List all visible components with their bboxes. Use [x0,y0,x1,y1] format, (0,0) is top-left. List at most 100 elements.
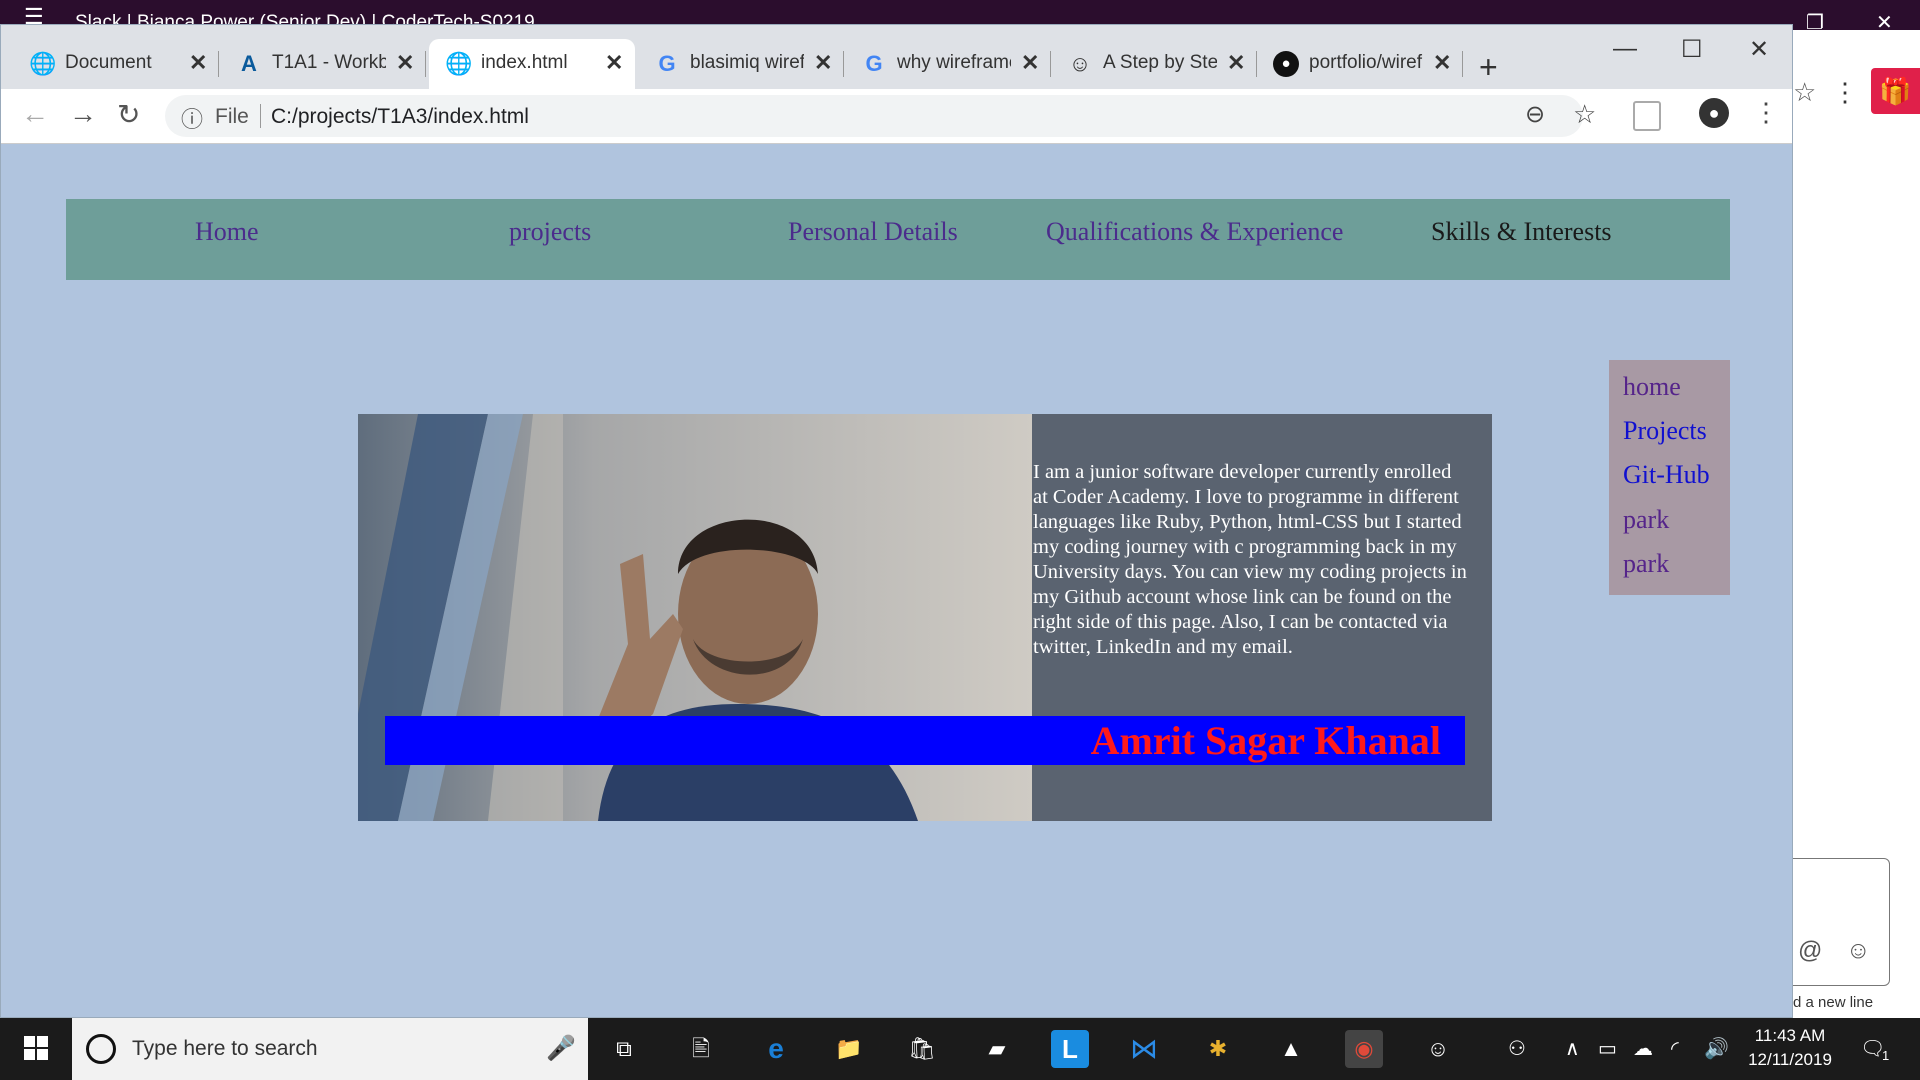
new-tab-icon[interactable]: + [1479,49,1498,86]
extension-icon[interactable] [1633,101,1661,131]
wifi-icon[interactable]: ◜ [1671,1036,1679,1061]
tab-title: index.html [481,52,568,73]
profile-avatar-icon[interactable]: ● [1699,98,1729,128]
scan-app-icon[interactable]: 🖹 [682,1030,720,1068]
tab-balsamiq-wireframe[interactable]: G blasimiq wireframe ✕ [638,39,844,89]
tab-title: why wireframe [897,52,1011,73]
bookmark-star-icon[interactable]: ☆ [1573,99,1596,130]
side-link-github[interactable]: Git-Hub [1623,460,1710,490]
side-link-park-2[interactable]: park [1623,549,1669,579]
zoom-icon[interactable]: ⊖ [1525,100,1545,129]
minimize-icon[interactable]: — [1613,35,1637,63]
info-icon[interactable]: ⓘ [181,102,203,134]
nav-link-skills[interactable]: Skills & Interests [1431,217,1612,247]
gift-icon[interactable]: 🎁 [1871,68,1920,114]
tab-index-html[interactable]: 🌐 index.html ✕ [429,39,635,89]
notification-count: 1 [1882,1048,1890,1063]
nav-link-projects[interactable]: projects [509,217,591,247]
side-link-projects[interactable]: Projects [1623,416,1707,446]
task-view-icon[interactable]: ⧉ [605,1030,643,1068]
tab-title: T1A1 - Workbook [272,52,386,73]
close-tab-icon[interactable]: ✕ [1227,50,1245,76]
globe-icon: 🌐 [445,51,473,76]
tab-separator [425,51,426,77]
google-icon: G [658,51,676,76]
slack-message-input[interactable] [1793,858,1890,986]
name-banner: Amrit Sagar Khanal [385,716,1465,765]
address-divider [260,104,261,128]
clock-date: 12/11/2019 [1748,1050,1832,1069]
show-hidden-icons-icon[interactable]: ∧ [1565,1036,1580,1061]
google-icon: G [865,51,883,76]
tab-separator [1462,51,1463,77]
edge-icon[interactable]: e [757,1030,795,1068]
close-tab-icon[interactable]: ✕ [605,50,623,76]
tab-title: Document [65,52,152,73]
tab-portfolio-wireframe[interactable]: ● portfolio/wireframe ✕ [1257,39,1463,89]
chrome-menu-icon[interactable]: ⋮ [1753,97,1779,128]
slack-icon[interactable]: ✱ [1199,1030,1237,1068]
people-icon[interactable]: ⚇ [1508,1036,1526,1061]
sticky-notes-icon[interactable]: ▰ [978,1030,1016,1068]
star-icon[interactable]: ☆ [1793,77,1816,108]
side-navigation: home Projects Git-Hub park park [1609,360,1730,595]
microphone-icon[interactable]: 🎤 [546,1034,576,1063]
close-tab-icon[interactable]: ✕ [1021,50,1039,76]
slack-restore-icon[interactable]: ❐ [1806,10,1824,35]
emoji-icon[interactable]: ☺ [1846,937,1871,965]
slack-close-icon[interactable]: ✕ [1876,10,1893,35]
cortana-icon[interactable] [86,1034,116,1064]
chrome-icon[interactable]: ◉ [1345,1030,1383,1068]
tab-title: A Step by Step [1103,52,1217,73]
smiley-icon: ☺ [1068,51,1092,76]
address-url[interactable]: C:/projects/T1A3/index.html [271,105,529,129]
maximize-icon[interactable]: ☐ [1681,35,1703,64]
tab-separator [843,51,844,77]
clock-time: 11:43 AM [1754,1026,1826,1045]
close-tab-icon[interactable]: ✕ [1433,50,1451,76]
web-page: Home projects Personal Details Qualifica… [1,144,1792,1017]
hero-section: I am a junior software developer current… [358,414,1492,821]
address-bar[interactable]: ⓘ File C:/projects/T1A3/index.html ⊖ ☆ [165,95,1596,137]
close-tab-icon[interactable]: ✕ [814,50,832,76]
canvas-icon: A [241,51,257,76]
windows-start-icon[interactable] [24,1036,48,1060]
close-tab-icon[interactable]: ✕ [189,50,207,76]
more-options-icon[interactable]: ⋮ [1832,77,1858,108]
system-clock[interactable]: 11:43 AM 12/11/2019 [1740,1024,1840,1072]
volume-icon[interactable]: 🔊 [1704,1036,1729,1061]
store-icon[interactable]: 🛍 [903,1030,941,1068]
close-tab-icon[interactable]: ✕ [396,50,414,76]
smiley-app-icon[interactable]: ☺ [1419,1030,1457,1068]
onedrive-icon[interactable]: ☁ [1633,1036,1653,1061]
nav-link-personal-details[interactable]: Personal Details [788,217,958,247]
vscode-icon[interactable]: ⋈ [1125,1030,1163,1068]
tab-t1a1-workbook[interactable]: A T1A1 - Workbook ✕ [220,39,426,89]
back-arrow-icon[interactable]: ← [21,98,49,130]
bio-paragraph: I am a junior software developer current… [1033,461,1467,658]
tab-step-by-step[interactable]: ☺ A Step by Step ✕ [1051,39,1257,89]
scheme-label: File [215,105,249,128]
battery-icon[interactable]: ▭ [1598,1036,1617,1061]
photos-icon[interactable]: ▲ [1272,1030,1310,1068]
nav-link-qualifications[interactable]: Qualifications & Experience [1046,217,1343,247]
forward-arrow-icon[interactable]: → [69,98,97,130]
reload-icon[interactable]: ↻ [117,98,140,131]
top-navigation: Home projects Personal Details Qualifica… [66,199,1730,280]
taskbar-search-placeholder: Type here to search [132,1037,318,1060]
tab-why-wireframe[interactable]: G why wireframe ✕ [845,39,1051,89]
mention-icon[interactable]: @ [1798,937,1822,965]
tab-title: blasimiq wireframe [690,52,804,73]
globe-icon: 🌐 [29,51,57,76]
file-explorer-icon[interactable]: 📁 [830,1030,868,1068]
taskbar-search-box[interactable]: Type here to search 🎤 [72,1018,588,1080]
close-window-icon[interactable]: ✕ [1749,35,1769,64]
nav-link-home[interactable]: Home [195,217,259,247]
launcher-l-icon[interactable]: L [1051,1030,1089,1068]
tab-separator [218,51,219,77]
side-link-home[interactable]: home [1623,372,1681,402]
side-link-park[interactable]: park [1623,505,1669,535]
github-icon: ● [1273,51,1299,77]
tab-document[interactable]: 🌐 Document ✕ [13,39,219,89]
tab-strip: 🌐 Document ✕ A T1A1 - Workbook ✕ 🌐 index… [1,25,1792,89]
